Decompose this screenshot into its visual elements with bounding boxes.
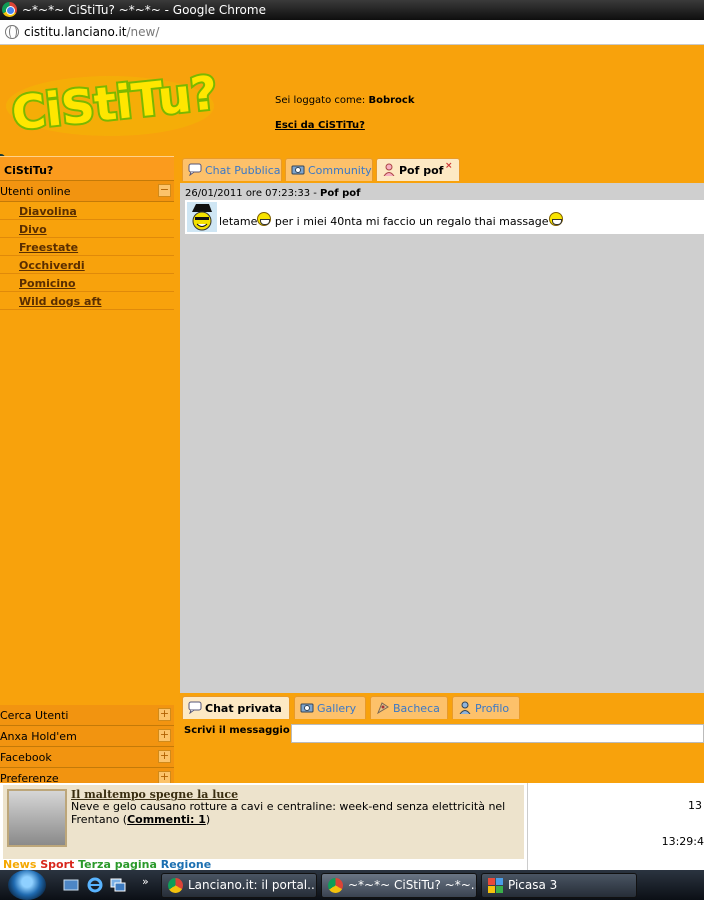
- login-info: Sei loggato come: Bobrock: [275, 95, 415, 106]
- news-comments-link[interactable]: Commenti: 1: [127, 813, 206, 826]
- info-time: 13:29:4: [661, 835, 704, 848]
- window-title-bar: ~*~*~ CiStiTu? ~*~*~ - Google Chrome: [0, 0, 704, 20]
- online-user-link[interactable]: Diavolina: [0, 202, 174, 220]
- taskbar-button-label: Picasa 3: [508, 878, 558, 892]
- taskbar: » Lanciano.it: il portal... ~*~*~ CiStiT…: [0, 870, 704, 900]
- section-label: Cerca Utenti: [0, 709, 69, 722]
- tab-label: Pof pof: [399, 164, 444, 177]
- section-label: Anxa Hold'em: [0, 730, 77, 743]
- expand-icon[interactable]: +: [158, 750, 171, 763]
- tab-chat-privata[interactable]: Chat privata: [182, 696, 290, 719]
- taskbar-button-label: Lanciano.it: il portal...: [188, 878, 317, 892]
- chrome-icon: [168, 878, 183, 893]
- taskbar-button-label: ~*~*~ CiStiTu? ~*~...: [348, 878, 477, 892]
- chrome-icon: [328, 878, 343, 893]
- section-utenti-online-label: Utenti online: [0, 185, 71, 198]
- address-bar[interactable]: cistitu.lanciano.it/new/: [0, 20, 704, 45]
- chrome-icon: [2, 2, 17, 17]
- avatar[interactable]: [187, 202, 217, 232]
- internet-explorer-icon[interactable]: [87, 877, 103, 893]
- tab-label: Chat Pubblica: [205, 164, 281, 177]
- sidebar-bottom-sections: Cerca Utenti + Anxa Hold'em + Facebook +…: [0, 705, 174, 789]
- main-panel: Chat Pubblica Community Pof pof × 26/01/…: [180, 156, 704, 784]
- speech-bubble-icon: [188, 163, 202, 176]
- tab-label: Community: [308, 164, 372, 177]
- online-user-link[interactable]: Divo: [0, 220, 174, 238]
- section-label: Facebook: [0, 751, 52, 764]
- url-path: /new/: [126, 25, 160, 39]
- tab-pof-pof[interactable]: Pof pof ×: [376, 158, 460, 181]
- section-anxa-holdem[interactable]: Anxa Hold'em +: [0, 726, 174, 747]
- chat-message: letame per i miei 40nta mi faccio un reg…: [185, 200, 704, 234]
- chat-messages-area: 26/01/2011 ore 07:23:33 - Pof pof letame…: [180, 183, 704, 693]
- news-body-end: ): [205, 813, 211, 826]
- switch-windows-icon[interactable]: [110, 877, 126, 893]
- section-facebook[interactable]: Facebook +: [0, 747, 174, 768]
- board-icon: [377, 702, 389, 714]
- section-utenti-online[interactable]: Utenti online −: [0, 181, 174, 202]
- tab-label: Chat privata: [205, 702, 282, 715]
- site-logo[interactable]: CiStiTu?: [4, 68, 216, 138]
- camera-icon: [291, 165, 305, 175]
- sidebar-title: CiStiTu?: [0, 156, 174, 181]
- compose-label: Scrivi il messaggio: [184, 725, 290, 736]
- url-text[interactable]: cistitu.lanciano.it/new/: [24, 25, 159, 39]
- online-user-link[interactable]: Wild dogs aft: [0, 292, 174, 310]
- logo-text: CiStiTu?: [9, 68, 216, 138]
- grin-smiley-icon: [257, 212, 272, 226]
- speech-bubble-icon: [188, 701, 202, 714]
- section-cerca-utenti[interactable]: Cerca Utenti +: [0, 705, 174, 726]
- online-user-link[interactable]: Pomicino: [0, 274, 174, 292]
- url-host: cistitu.lanciano.it: [24, 25, 127, 39]
- tab-community[interactable]: Community: [285, 158, 373, 181]
- news-thumbnail[interactable]: [7, 789, 67, 847]
- collapse-icon[interactable]: −: [158, 184, 171, 197]
- globe-icon: [5, 25, 19, 39]
- tab-label: Gallery: [317, 702, 357, 715]
- tab-label: Profilo: [475, 702, 510, 715]
- top-tab-bar: Chat Pubblica Community Pof pof ×: [180, 156, 704, 182]
- expand-icon[interactable]: +: [158, 708, 171, 721]
- message-input[interactable]: [291, 724, 704, 743]
- online-user-link[interactable]: Occhiverdi: [0, 256, 174, 274]
- message-text: letame per i miei 40nta mi faccio un reg…: [219, 212, 563, 228]
- news-strip: Il maltempo spegne la luce Neve e gelo c…: [0, 783, 704, 871]
- window-title: ~*~*~ CiStiTu? ~*~*~ - Google Chrome: [22, 3, 266, 17]
- show-desktop-icon[interactable]: [63, 877, 79, 893]
- tab-profilo[interactable]: Profilo: [452, 696, 520, 719]
- online-user-link[interactable]: Freestate: [0, 238, 174, 256]
- close-icon[interactable]: ×: [445, 161, 455, 171]
- tab-label: Bacheca: [393, 702, 440, 715]
- user-female-icon: [383, 163, 395, 176]
- message-header: 26/01/2011 ore 07:23:33 - Pof pof: [185, 188, 360, 199]
- taskbar-button-lanciano[interactable]: Lanciano.it: il portal...: [161, 873, 317, 898]
- right-info-panel: 13 13:29:4: [527, 783, 704, 870]
- message-timestamp: 26/01/2011 ore 07:23:33 -: [185, 188, 317, 199]
- camera-icon: [300, 703, 314, 713]
- news-item: Il maltempo spegne la luce Neve e gelo c…: [3, 785, 524, 859]
- tab-chat-pubblica[interactable]: Chat Pubblica: [182, 158, 282, 181]
- tab-bacheca[interactable]: Bacheca: [370, 696, 448, 719]
- info-number: 13: [688, 799, 702, 812]
- logged-prefix: Sei loggato come:: [275, 95, 366, 106]
- logged-username: Bobrock: [368, 95, 415, 106]
- logout-link[interactable]: Esci da CiSTiTu?: [275, 120, 365, 131]
- grin-smiley-icon: [548, 212, 563, 226]
- expand-icon[interactable]: +: [158, 729, 171, 742]
- quicklaunch-more-icon[interactable]: »: [142, 875, 149, 888]
- bottom-tab-bar: Chat privata Gallery Bacheca Profilo: [180, 694, 704, 720]
- taskbar-button-picasa[interactable]: Picasa 3: [481, 873, 637, 898]
- start-button[interactable]: [8, 870, 46, 900]
- news-summary: Neve e gelo causano rotture a cavi e cen…: [71, 800, 521, 826]
- compose-row: Scrivi il messaggio: [180, 722, 704, 744]
- taskbar-button-cistitu[interactable]: ~*~*~ CiStiTu? ~*~...: [321, 873, 477, 898]
- sidebar: CiStiTu? Utenti online − Diavolina Divo …: [0, 156, 174, 789]
- user-icon: [459, 701, 471, 714]
- tab-gallery[interactable]: Gallery: [294, 696, 366, 719]
- message-end: per i miei 40nta mi faccio un regalo tha…: [271, 215, 549, 228]
- picasa-icon: [488, 878, 503, 893]
- message-start: letame: [219, 215, 258, 228]
- message-sender: Pof pof: [320, 188, 361, 199]
